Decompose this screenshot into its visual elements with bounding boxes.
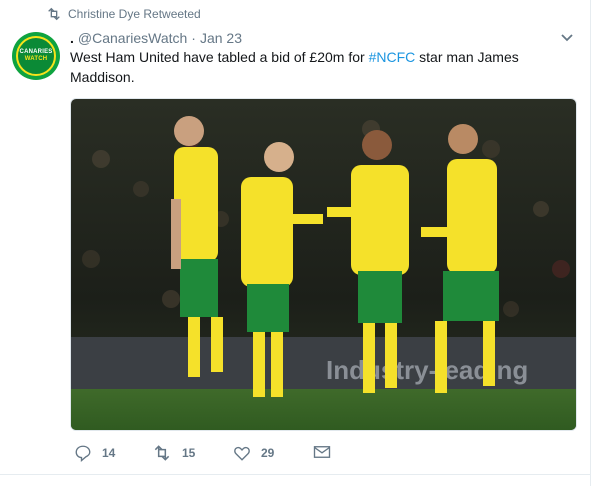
- avatar-logo: CANARIES WATCH: [16, 36, 56, 76]
- retweet-icon: [154, 445, 170, 461]
- football-players-photo: Industry-leading: [71, 99, 576, 430]
- avatar[interactable]: CANARIES WATCH: [12, 32, 60, 80]
- tweet-header: . @CanariesWatch · Jan 23: [70, 30, 242, 46]
- tweet-date[interactable]: Jan 23: [200, 30, 242, 46]
- retweet-count: 15: [182, 446, 196, 460]
- tweet-text-start: West Ham United have tabled a bid of £20…: [70, 49, 369, 65]
- heart-icon: [234, 446, 250, 461]
- reply-count: 14: [102, 446, 116, 460]
- header-separator: ·: [191, 30, 196, 46]
- like-count: 29: [261, 446, 275, 460]
- tweet-divider: [0, 474, 590, 475]
- author-name[interactable]: .: [70, 30, 74, 46]
- like-button[interactable]: 29: [233, 444, 274, 462]
- chevron-down-icon[interactable]: [560, 33, 574, 43]
- author-handle[interactable]: @CanariesWatch: [78, 30, 187, 46]
- retweet-button[interactable]: 15: [152, 444, 195, 462]
- retweet-context: Christine Dye Retweeted: [46, 7, 201, 21]
- tweet-actions: 14 15 29: [70, 444, 370, 466]
- tweet-photo[interactable]: Industry-leading: [70, 98, 577, 431]
- hashtag-link[interactable]: #NCFC: [369, 49, 416, 65]
- reply-button[interactable]: 14: [74, 444, 115, 462]
- reply-icon: [75, 445, 91, 462]
- ad-board-text: Industry-leading: [326, 355, 528, 385]
- tweet-card[interactable]: Christine Dye Retweeted CANARIES WATCH .…: [0, 0, 591, 486]
- envelope-icon: [313, 446, 331, 458]
- direct-message-button[interactable]: [313, 444, 341, 460]
- retweet-context-label[interactable]: Christine Dye Retweeted: [68, 7, 201, 21]
- retweet-icon: [48, 7, 60, 21]
- tweet-text: West Ham United have tabled a bid of £20…: [70, 47, 530, 87]
